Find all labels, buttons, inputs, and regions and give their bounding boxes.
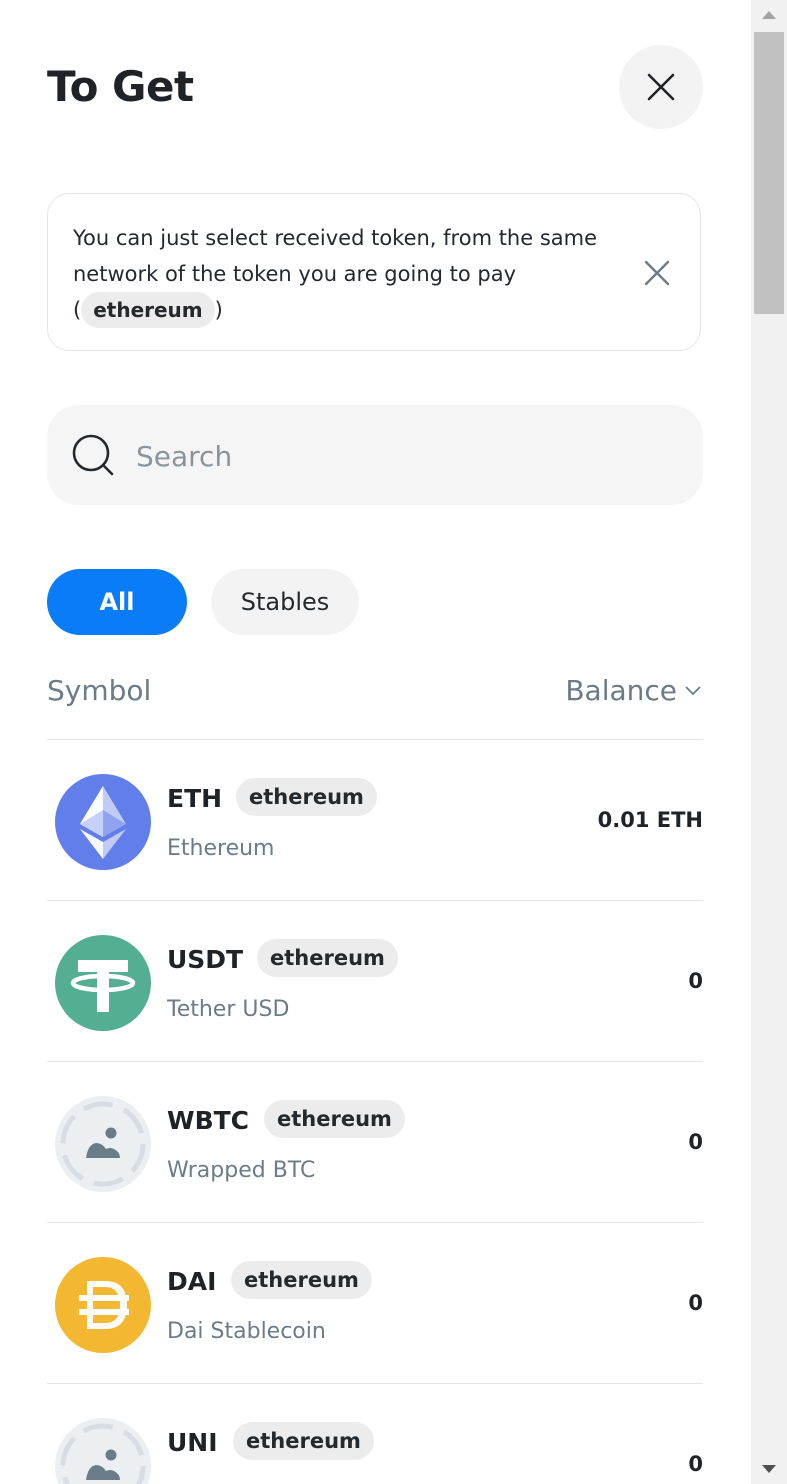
token-balance: 0.01 ETH bbox=[597, 808, 703, 832]
info-message: You can just select received token, from… bbox=[73, 220, 633, 328]
token-row-wbtc[interactable]: WBTC ethereum Wrapped BTC 0 bbox=[47, 1061, 703, 1222]
token-symbol: DAI bbox=[167, 1267, 217, 1296]
token-balance: 0 bbox=[688, 969, 703, 993]
token-select-panel: To Get You can just select received toke… bbox=[0, 0, 751, 1484]
token-row-uni[interactable]: UNI ethereum 0 bbox=[47, 1383, 703, 1484]
token-symbol: USDT bbox=[167, 945, 244, 974]
network-badge: ethereum bbox=[236, 778, 377, 816]
filter-stables-button[interactable]: Stables bbox=[211, 569, 359, 635]
token-symbol: WBTC bbox=[167, 1106, 250, 1135]
network-badge: ethereum bbox=[257, 939, 398, 977]
token-row-dai[interactable]: DAI ethereum Dai Stablecoin 0 bbox=[47, 1222, 703, 1383]
token-name: Ethereum bbox=[167, 836, 275, 861]
close-button[interactable] bbox=[619, 45, 703, 129]
token-list: ETH ethereum Ethereum 0.01 ETH USDT ethe… bbox=[47, 739, 703, 1484]
network-info-banner: You can just select received token, from… bbox=[47, 193, 701, 351]
token-balance: 0 bbox=[688, 1452, 703, 1476]
ethereum-logo bbox=[55, 774, 151, 870]
scrollbar[interactable] bbox=[751, 0, 787, 1484]
token-balance: 0 bbox=[688, 1130, 703, 1154]
token-row-usdt[interactable]: USDT ethereum Tether USD 0 bbox=[47, 900, 703, 1061]
token-symbol: ETH bbox=[167, 784, 223, 813]
close-icon bbox=[647, 73, 675, 101]
page-title: To Get bbox=[47, 62, 194, 111]
token-row-eth[interactable]: ETH ethereum Ethereum 0.01 ETH bbox=[47, 739, 703, 900]
column-header-symbol: Symbol bbox=[47, 674, 152, 707]
token-name: Tether USD bbox=[167, 997, 290, 1022]
tether-logo bbox=[55, 935, 151, 1031]
search-input[interactable] bbox=[134, 430, 658, 482]
info-close-paren: ) bbox=[214, 298, 223, 322]
close-icon[interactable] bbox=[644, 260, 670, 286]
network-chip: ethereum bbox=[81, 292, 215, 328]
search-icon bbox=[72, 434, 114, 476]
network-badge: ethereum bbox=[231, 1261, 372, 1299]
filter-all-button[interactable]: All bbox=[47, 569, 187, 635]
placeholder-image-icon bbox=[55, 1096, 151, 1192]
scrollbar-thumb[interactable] bbox=[754, 32, 784, 314]
info-text: You can just select received token, from… bbox=[73, 226, 598, 286]
token-name: Wrapped BTC bbox=[167, 1158, 316, 1183]
token-symbol: UNI bbox=[167, 1428, 218, 1457]
column-header-balance[interactable]: Balance bbox=[565, 674, 701, 707]
placeholder-image-icon bbox=[55, 1418, 151, 1484]
token-balance: 0 bbox=[688, 1291, 703, 1315]
balance-sort-label: Balance bbox=[565, 674, 677, 707]
chevron-down-icon bbox=[685, 685, 701, 695]
network-badge: ethereum bbox=[264, 1100, 405, 1138]
network-badge: ethereum bbox=[233, 1422, 374, 1460]
scroll-up-arrow-icon[interactable] bbox=[751, 0, 787, 30]
dai-logo bbox=[55, 1257, 151, 1353]
token-name: Dai Stablecoin bbox=[167, 1319, 326, 1344]
search-bar bbox=[47, 405, 703, 505]
info-open-paren: ( bbox=[73, 298, 82, 322]
scroll-down-arrow-icon[interactable] bbox=[751, 1454, 787, 1484]
